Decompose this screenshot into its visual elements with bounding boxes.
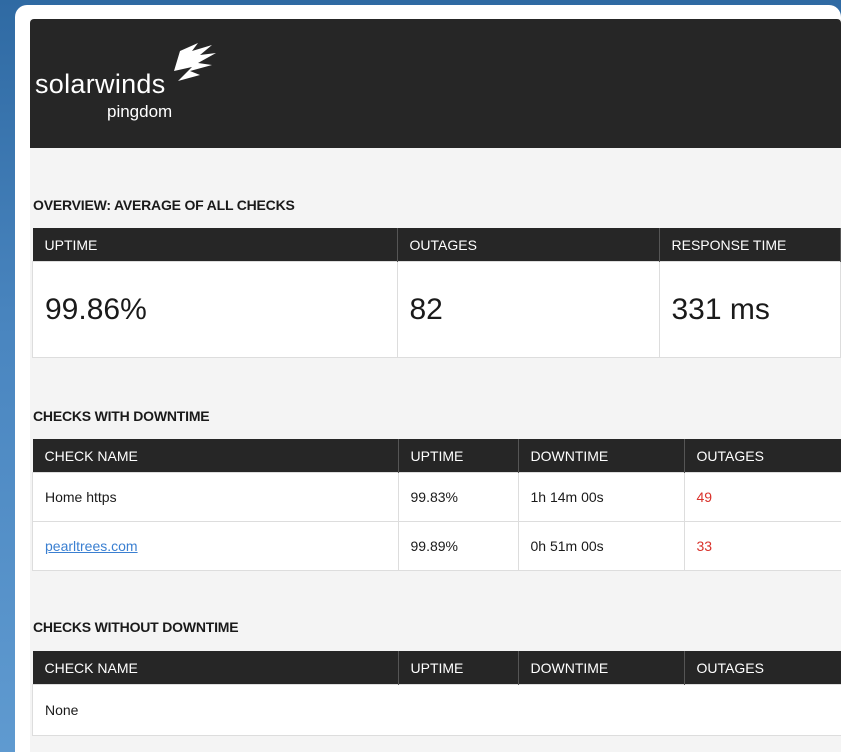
check-uptime: 99.89% <box>397 521 519 571</box>
check-downtime: 0h 51m 00s <box>517 521 685 571</box>
table-row: None <box>32 684 841 736</box>
checks-without-downtime-title: CHECKS WITHOUT DOWNTIME <box>33 619 239 635</box>
overview-title: OVERVIEW: AVERAGE OF ALL CHECKS <box>33 197 295 213</box>
overview-values-row: 99.86% 82 331 ms <box>32 261 841 358</box>
check-uptime: 99.83% <box>397 472 519 522</box>
table-row: Home https 99.83% 1h 14m 00s 49 <box>32 472 841 522</box>
solarwinds-bird-icon <box>174 43 216 81</box>
check-name-link[interactable]: pearltrees.com <box>45 538 138 554</box>
overview-uptime-value: 99.86% <box>32 261 398 358</box>
col-outages: OUTAGES <box>684 651 841 685</box>
check-outages: 49 <box>683 472 841 522</box>
solarwinds-pingdom-logo: solarwinds pingdom <box>35 41 235 131</box>
check-name-cell: pearltrees.com <box>32 521 399 571</box>
report-page: solarwinds pingdom OVERVIEW: AVERAGE OF … <box>30 19 841 752</box>
empty-state-text: None <box>32 684 841 736</box>
check-downtime: 1h 14m 00s <box>517 472 685 522</box>
logo-product-name: pingdom <box>107 102 173 121</box>
col-check-name: CHECK NAME <box>32 439 399 473</box>
without-downtime-header-row: CHECK NAME UPTIME DOWNTIME OUTAGES <box>32 651 841 685</box>
overview-header-row: UPTIME OUTAGES RESPONSE TIME <box>32 228 841 262</box>
overview-col-uptime: UPTIME <box>32 228 398 262</box>
col-downtime: DOWNTIME <box>518 651 685 685</box>
overview-response-time-value: 331 ms <box>658 261 841 358</box>
overview-col-response-time: RESPONSE TIME <box>659 228 841 262</box>
table-row: pearltrees.com 99.89% 0h 51m 00s 33 <box>32 521 841 571</box>
col-check-name: CHECK NAME <box>32 651 399 685</box>
overview-col-outages: OUTAGES <box>397 228 660 262</box>
with-downtime-header-row: CHECK NAME UPTIME DOWNTIME OUTAGES <box>32 439 841 473</box>
col-uptime: UPTIME <box>398 439 519 473</box>
col-outages: OUTAGES <box>684 439 841 473</box>
check-name: Home https <box>32 472 399 522</box>
check-outages: 33 <box>683 521 841 571</box>
checks-with-downtime-table: CHECK NAME UPTIME DOWNTIME OUTAGES Home … <box>32 439 841 571</box>
col-uptime: UPTIME <box>398 651 519 685</box>
report-window: solarwinds pingdom OVERVIEW: AVERAGE OF … <box>15 5 841 752</box>
overview-table: UPTIME OUTAGES RESPONSE TIME 99.86% 82 3… <box>32 228 841 358</box>
overview-outages-value: 82 <box>396 261 660 358</box>
header-banner: solarwinds pingdom <box>30 19 841 148</box>
checks-with-downtime-title: CHECKS WITH DOWNTIME <box>33 408 210 424</box>
checks-without-downtime-table: CHECK NAME UPTIME DOWNTIME OUTAGES None <box>32 651 841 736</box>
col-downtime: DOWNTIME <box>518 439 685 473</box>
logo-wordmark: solarwinds <box>35 69 166 99</box>
